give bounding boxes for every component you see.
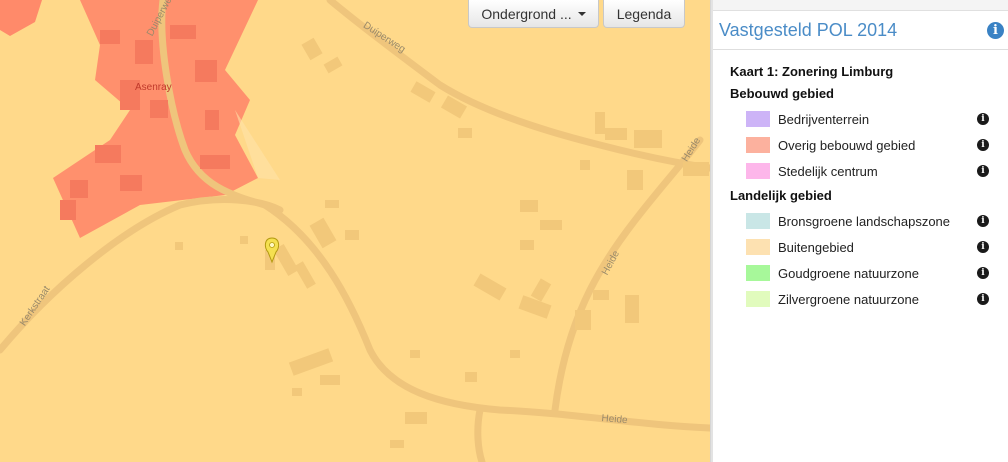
legend-swatch [746,163,770,179]
legend-item: Bedrijventerrein i [730,106,991,132]
info-icon[interactable]: i [977,241,989,253]
panel-header: Vastgesteld POL 2014 i [713,11,1008,50]
legend-item-label: Overig bebouwd gebied [778,137,916,153]
built-up-area-small [0,0,42,36]
legend-panel: Vastgesteld POL 2014 i Kaart 1: Zonering… [713,0,1008,462]
info-icon[interactable]: i [977,139,989,151]
basemap-dropdown-button[interactable]: Ondergrond ... [468,0,599,28]
legend-item-label: Bronsgroene landschapszone [778,213,951,229]
panel-title: Vastgesteld POL 2014 [719,19,898,40]
legend-content: Kaart 1: Zonering Limburg Bebouwd gebied… [713,50,1008,312]
legend-swatch [746,213,770,229]
panel-top-bar [713,0,1008,11]
info-icon[interactable]: i [977,165,989,177]
legend-item-label: Buitengebied [778,239,854,255]
legend-item: Bronsgroene landschapszone i [730,208,991,234]
legend-item-label: Stedelijk centrum [778,163,878,179]
info-icon[interactable]: i [977,267,989,279]
buildings [175,37,709,448]
legend-group-title-landelijk: Landelijk gebied [730,188,832,203]
legend-item: Buitengebied i [730,234,991,260]
legend-button-label: Legenda [616,5,672,22]
road-label-heide-3: Heide [601,413,629,427]
legend-swatch [746,265,770,281]
legend-item-label: Bedrijventerrein [778,111,870,127]
legend-swatch [746,137,770,153]
info-icon[interactable]: i [977,113,989,125]
info-icon[interactable]: i [977,215,989,227]
legend-map-title: Kaart 1: Zonering Limburg [730,64,894,79]
basemap-button-label: Ondergrond ... [481,5,572,22]
legend-item-label: Goudgroene natuurzone [778,265,919,281]
legend-item: Stedelijk centrum i [730,158,991,184]
legend-item-label: Zilvergroene natuurzone [778,291,919,307]
legend-button[interactable]: Legenda [603,0,685,28]
map-view[interactable]: Asenray Duiperweg Duiperweg Kerkstraat H… [0,0,710,462]
legend-item: Goudgroene natuurzone i [730,260,991,286]
legend-group-title-bebouwd: Bebouwd gebied [730,86,834,101]
place-label-asenray: Asenray [135,82,172,93]
info-icon[interactable]: i [987,21,1004,39]
caret-down-icon [577,11,586,16]
legend-item: Overig bebouwd gebied i [730,132,991,158]
legend-swatch [746,291,770,307]
legend-swatch [746,111,770,127]
info-icon[interactable]: i [977,293,989,305]
legend-item: Zilvergroene natuurzone i [730,286,991,312]
map-canvas[interactable] [0,0,710,462]
legend-swatch [746,239,770,255]
